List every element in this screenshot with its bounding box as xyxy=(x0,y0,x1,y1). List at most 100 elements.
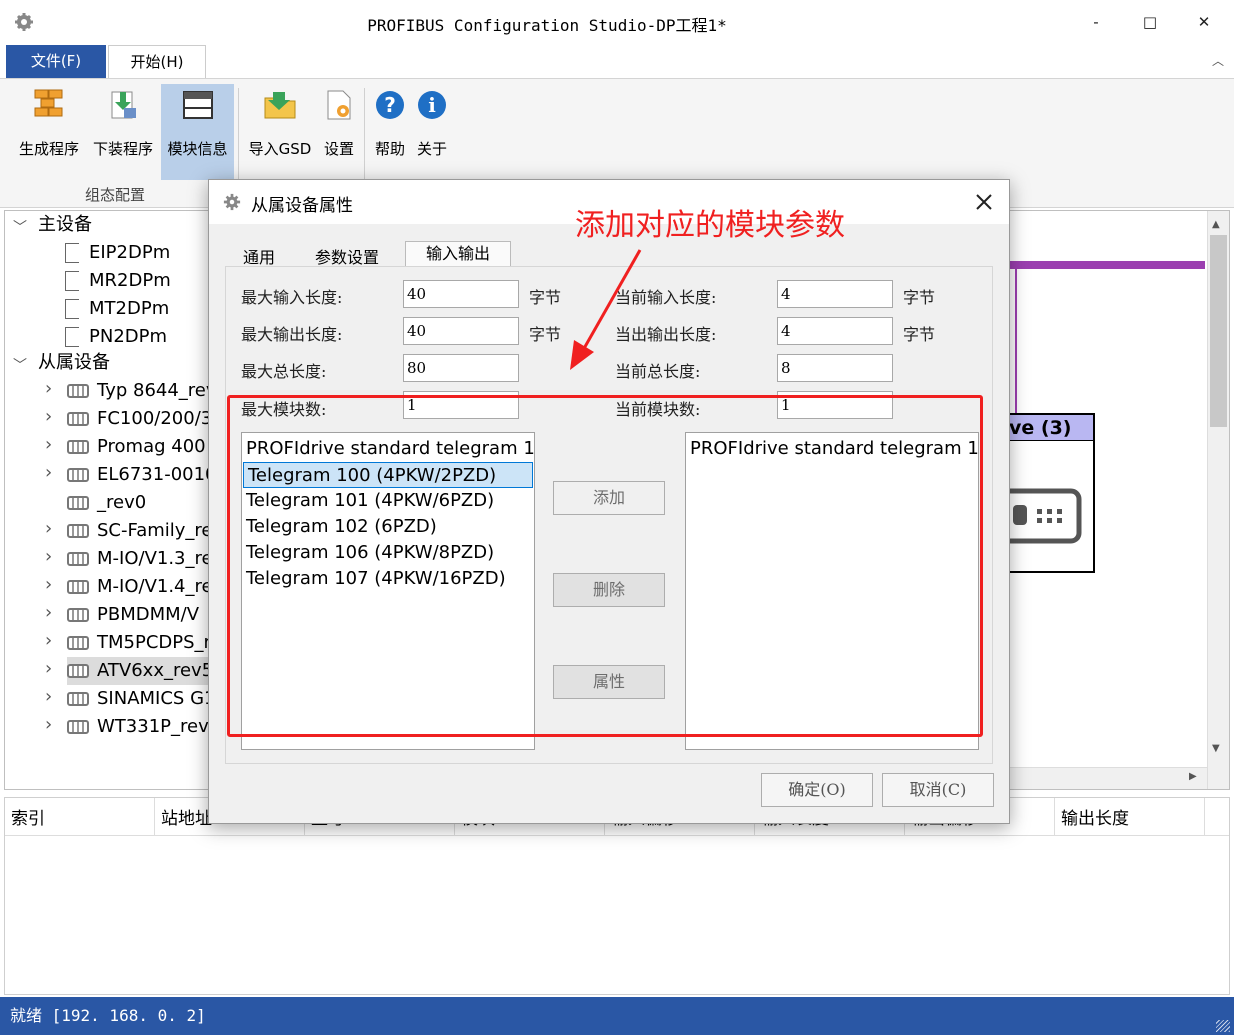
tree-item-master[interactable]: EIP2DPm xyxy=(65,239,170,267)
close-window-button[interactable]: ✕ xyxy=(1184,8,1224,36)
slave-device-icon xyxy=(67,720,89,734)
download-icon xyxy=(111,91,136,119)
slave-device-icon xyxy=(67,524,89,538)
tree-item-label: MT2DPm xyxy=(89,298,170,319)
configured-modules-list[interactable]: PROFIdrive standard telegram 1 xyxy=(685,432,979,750)
tree-item-master[interactable]: MR2DPm xyxy=(65,267,171,295)
tree-master-group[interactable]: 主设备 xyxy=(38,211,92,239)
module-table: 索引站地址型号模块输入偏移输入长度输出偏移输出长度 xyxy=(4,797,1230,995)
device-node[interactable]: ve (3) xyxy=(1009,413,1095,573)
home-menu-tab[interactable]: 开始(H) xyxy=(108,45,206,79)
chevron-right-icon[interactable]: › xyxy=(45,378,52,399)
tab-io[interactable]: 输入输出 xyxy=(405,241,511,267)
chevron-right-icon[interactable]: › xyxy=(45,714,52,735)
tree-item-slave[interactable]: _rev0 xyxy=(67,489,146,517)
tree-item-slave[interactable]: Typ 8644_rev xyxy=(67,377,209,405)
available-module-item[interactable]: Telegram 101 (4PKW/6PZD) xyxy=(242,488,534,514)
chevron-right-icon[interactable]: › xyxy=(45,546,52,567)
available-module-item[interactable]: Telegram 100 (4PKW/2PZD) xyxy=(243,462,533,488)
chevron-right-icon[interactable]: › xyxy=(45,462,52,483)
resize-grip-icon[interactable] xyxy=(1216,1020,1230,1032)
chevron-right-icon[interactable]: › xyxy=(45,602,52,623)
generate-program-button[interactable]: 生成程序 xyxy=(14,84,84,178)
available-module-item[interactable]: Telegram 102 (6PZD) xyxy=(242,514,534,540)
collapse-ribbon-icon[interactable]: ︿ xyxy=(1212,52,1224,69)
tab-general[interactable]: 通用 xyxy=(243,244,275,268)
module-properties-button[interactable]: 属性 xyxy=(553,665,665,699)
available-module-item[interactable]: Telegram 107 (4PKW/16PZD) xyxy=(242,566,534,592)
tree-item-slave[interactable]: WT331P_rev0 xyxy=(67,713,210,741)
max-output-field[interactable]: 40 xyxy=(403,317,519,345)
import-gsd-button[interactable]: 导入GSD xyxy=(244,84,316,178)
maximize-button[interactable]: □ xyxy=(1130,8,1170,36)
minimize-button[interactable]: - xyxy=(1076,8,1116,36)
available-modules-list[interactable]: PROFIdrive standard telegram 1 Telegram 1… xyxy=(241,432,535,750)
chevron-down-icon[interactable]: ﹀ xyxy=(13,217,27,237)
add-module-button[interactable]: 添加 xyxy=(553,481,665,515)
delete-module-button[interactable]: 删除 xyxy=(553,573,665,607)
tree-item-slave[interactable]: M-IO/V1.4_re xyxy=(67,573,209,601)
tree-item-slave[interactable]: PBMDMM/V xyxy=(67,601,199,629)
current-output-field[interactable]: 4 xyxy=(777,317,893,345)
scroll-right-icon[interactable]: ▶ xyxy=(1189,771,1197,782)
tree-item-slave[interactable]: ATV6xx_rev5 xyxy=(67,657,209,685)
tree-item-master[interactable]: PN2DPm xyxy=(65,323,167,351)
current-total-field[interactable]: 8 xyxy=(777,354,893,382)
tree-item-slave[interactable]: M-IO/V1.3_re xyxy=(67,545,210,573)
slave-device-icon xyxy=(67,692,89,706)
max-input-label: 最大输入长度: xyxy=(241,288,343,307)
tree-item-label: M-IO/V1.3_re xyxy=(97,548,210,569)
slave-device-icon xyxy=(67,412,89,426)
tree-item-slave[interactable]: TM5PCDPS_r xyxy=(67,629,209,657)
tree-item-slave[interactable]: SC-Family_re xyxy=(67,517,209,545)
vertical-scrollbar[interactable]: ▲ ▼ xyxy=(1207,211,1229,789)
svg-text:?: ? xyxy=(384,93,396,117)
download-program-label: 下装程序 xyxy=(92,140,153,158)
column-header[interactable]: 输出长度 xyxy=(1055,798,1205,836)
tree-item-slave[interactable]: EL6731-0010 xyxy=(67,461,209,489)
tree-item-label: Promag 400 xyxy=(97,436,206,457)
column-header[interactable]: 索引 xyxy=(5,798,155,836)
help-button[interactable]: ? 帮助 xyxy=(370,84,410,178)
current-input-field[interactable]: 4 xyxy=(777,280,893,308)
tree-item-label: PN2DPm xyxy=(89,326,168,347)
close-icon[interactable] xyxy=(975,193,993,211)
cancel-button[interactable]: 取消(C) xyxy=(882,773,994,807)
max-modules-field[interactable]: 1 xyxy=(403,391,519,419)
chevron-right-icon[interactable]: › xyxy=(45,686,52,707)
chevron-down-icon[interactable]: ﹀ xyxy=(13,355,27,375)
chevron-right-icon[interactable]: › xyxy=(45,434,52,455)
tree-slave-group[interactable]: 从属设备 xyxy=(38,349,110,377)
module-info-button[interactable]: 模块信息 xyxy=(161,84,234,180)
module-info-label: 模块信息 xyxy=(167,140,228,158)
chevron-right-icon[interactable]: › xyxy=(45,406,52,427)
ok-button[interactable]: 确定(O) xyxy=(761,773,873,807)
chevron-right-icon[interactable]: › xyxy=(45,658,52,679)
scroll-down-icon[interactable]: ▼ xyxy=(1212,743,1220,754)
max-input-field[interactable]: 40 xyxy=(403,280,519,308)
tree-item-slave[interactable]: FC100/200/3 xyxy=(67,405,209,433)
chevron-right-icon[interactable]: › xyxy=(45,630,52,651)
scroll-up-icon[interactable]: ▲ xyxy=(1212,219,1220,230)
chevron-right-icon[interactable]: › xyxy=(45,574,52,595)
device-icon xyxy=(65,243,79,263)
tree-item-slave[interactable]: Promag 400 xyxy=(67,433,206,461)
bricks-icon xyxy=(34,89,63,117)
settings-button[interactable]: 设置 xyxy=(318,84,360,178)
file-menu-tab[interactable]: 文件(F) xyxy=(6,45,106,78)
tab-parameters[interactable]: 参数设置 xyxy=(315,244,379,268)
configured-module-item[interactable]: PROFIdrive standard telegram 1 xyxy=(686,436,979,462)
horizontal-scrollbar[interactable]: ▶ xyxy=(1009,767,1207,789)
available-module-item[interactable]: PROFIdrive standard telegram 1 xyxy=(242,436,535,462)
tree-item-master[interactable]: MT2DPm xyxy=(65,295,169,323)
available-module-item[interactable]: Telegram 106 (4PKW/8PZD) xyxy=(242,540,534,566)
chevron-right-icon[interactable]: › xyxy=(45,518,52,539)
scrollbar-thumb[interactable] xyxy=(1210,235,1227,427)
tree-item-label: WT331P_rev0 xyxy=(97,716,210,737)
slave-device-icon xyxy=(67,608,89,622)
tree-item-slave[interactable]: SINAMICS G1 xyxy=(67,685,209,713)
download-program-button[interactable]: 下装程序 xyxy=(88,84,158,178)
current-modules-field[interactable]: 1 xyxy=(777,391,893,419)
max-total-field[interactable]: 80 xyxy=(403,354,519,382)
about-button[interactable]: i 关于 xyxy=(412,84,452,178)
